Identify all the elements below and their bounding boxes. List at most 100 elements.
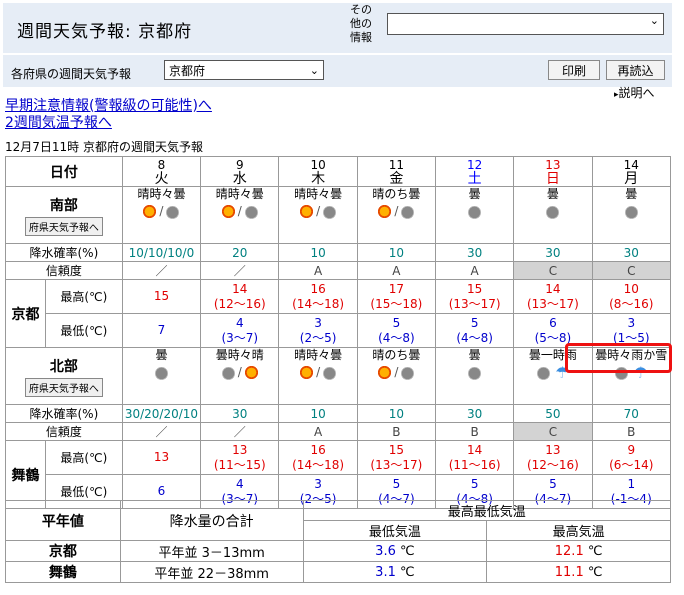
cloud-icon <box>533 363 553 382</box>
print-button[interactable]: 印刷 <box>548 60 600 80</box>
normal-max: 12.1 ℃ <box>486 540 671 562</box>
cloud-icon <box>320 202 340 221</box>
day-header: 9水 <box>200 156 280 187</box>
day-header: 10 木 <box>278 156 358 187</box>
rel-cell: ／ <box>121 422 202 441</box>
pop-label: 降水確率(%) <box>5 243 123 262</box>
pop-cell: 10 <box>278 243 358 262</box>
cloud-icon <box>241 202 261 221</box>
cloud-icon <box>151 363 171 382</box>
two-week-link[interactable]: 2週間気温予報へ <box>5 112 112 132</box>
chevron-down-icon: ⌄ <box>649 14 659 27</box>
max-cell: 14 (13～17) <box>513 279 593 314</box>
weekly-forecast-table: 日付 8 火 9 水 10 木 11 金 12 土 13 日 14 月南部 府県天気予報へ 晴時々曇 / 晴時々曇 /… <box>5 156 672 509</box>
normals-table: 平年値 降水量の合計 最高最低気温 最低気温 最高気温 京都 平年並 3－13mm 3.6 ℃… <box>5 500 672 583</box>
rel-cell: C <box>513 422 593 441</box>
pop-cell: 10 <box>356 243 437 262</box>
max-cell: 15 <box>121 279 202 314</box>
region-south: 南部 府県天気予報へ <box>5 186 123 244</box>
cloud-icon <box>163 202 183 221</box>
rel-cell: ／ <box>200 261 280 280</box>
city-label: 舞鶴 <box>5 440 46 509</box>
pop-cell: 30 <box>435 404 515 423</box>
weather-cell: 晴時々曇 / <box>278 347 358 405</box>
pop-cell: 30 <box>200 404 280 423</box>
weather-cell: 晴時々曇 / <box>278 186 358 244</box>
sun-icon <box>297 202 317 221</box>
normal-min: 3.6 ℃ <box>302 540 488 562</box>
rel-cell: A <box>356 261 437 280</box>
min-cell: 5 (4～8) <box>356 313 437 348</box>
rel-cell: B <box>435 422 515 441</box>
weather-cell: 曇時々晴 / <box>200 347 280 405</box>
rel-label: 信頼度 <box>5 422 123 441</box>
table-caption: 12月7日11時 京都府の週間天気予報 <box>5 140 203 154</box>
max-cell: 14 (11～16) <box>435 440 515 475</box>
max-label: 最高(℃) <box>44 440 123 475</box>
rel-cell: A <box>435 261 515 280</box>
weather-cell: 曇 <box>591 186 672 244</box>
max-cell: 15 (13～17) <box>356 440 437 475</box>
rel-label: 信頼度 <box>5 261 123 280</box>
weather-cell: 晴のち曇 / <box>356 347 437 405</box>
temps-head: 最高最低気温 <box>302 500 672 521</box>
pop-cell: 10/10/10/0 <box>121 243 202 262</box>
cloud-icon <box>465 363 485 382</box>
pref-forecast-button[interactable]: 府県天気予報へ <box>24 377 103 397</box>
sun-icon <box>297 363 317 382</box>
sun-icon <box>375 363 395 382</box>
weather-cell: 晴のち曇 / <box>356 186 437 244</box>
explanation-link[interactable]: ▸説明へ <box>614 84 655 101</box>
weather-cell: 晴時々曇 / <box>200 186 280 244</box>
reload-button[interactable]: 再読込 <box>606 60 665 80</box>
weather-cell: 曇 <box>121 347 202 405</box>
weather-cell: 曇 <box>435 186 515 244</box>
min-label: 最低(℃) <box>44 313 123 348</box>
day-header: 13 日 <box>513 156 593 187</box>
max-cell: 16 (14～18) <box>278 279 358 314</box>
other-info-select[interactable]: ⌄ <box>387 13 664 35</box>
rel-cell: ／ <box>121 261 202 280</box>
other-info-bar: その 他の 情報 ⌄ <box>342 3 672 53</box>
toolbar: 各府県の週間天気予報 京都府 ⌄ 印刷 再読込 <box>3 55 672 87</box>
normals-head: 平年値 <box>5 500 121 541</box>
min-cell: 7 <box>121 313 202 348</box>
cloud-icon <box>320 363 340 382</box>
normal-precip: 平年並 3－13mm <box>119 540 304 562</box>
pref-select-value: 京都府 <box>169 64 206 78</box>
pop-cell: 30 <box>513 243 593 262</box>
pref-forecast-button[interactable]: 府県天気予報へ <box>24 216 103 236</box>
city-label: 京都 <box>5 279 46 348</box>
pop-cell: 10 <box>278 404 358 423</box>
normal-city: 京都 <box>5 540 121 562</box>
rel-cell: A <box>278 261 358 280</box>
weather-cell: 曇 <box>435 347 515 405</box>
pop-label: 降水確率(%) <box>5 404 123 423</box>
highlight-box <box>565 343 672 373</box>
sun-icon <box>241 363 261 382</box>
max-cell: 14 (12～16) <box>200 279 280 314</box>
normal-city: 舞鶴 <box>5 561 121 583</box>
max-cell: 13 (11～15) <box>200 440 280 475</box>
max-label: 最高(℃) <box>44 279 123 314</box>
rel-cell: B <box>591 422 672 441</box>
day-header: 12 土 <box>435 156 515 187</box>
normal-precip: 平年並 22－38mm <box>119 561 304 583</box>
pop-cell: 30/20/20/10 <box>121 404 202 423</box>
pop-cell: 50 <box>513 404 593 423</box>
max-temp-head: 最高気温 <box>486 520 671 541</box>
pref-select[interactable]: 京都府 ⌄ <box>164 60 324 80</box>
max-cell: 17 (15～18) <box>356 279 437 314</box>
cloud-icon <box>398 363 418 382</box>
day-header: 8火 <box>121 156 202 187</box>
day-header: 14 月 <box>591 156 672 187</box>
rel-cell: C <box>513 261 593 280</box>
sun-icon <box>140 202 160 221</box>
weather-cell: 晴時々曇 / <box>121 186 202 244</box>
chevron-down-icon: ⌄ <box>309 64 319 77</box>
sun-icon <box>218 202 238 221</box>
pop-cell: 30 <box>591 243 672 262</box>
date-header: 日付 <box>5 156 123 187</box>
max-cell: 16 (14～18) <box>278 440 358 475</box>
max-cell: 9 (6～14) <box>591 440 672 475</box>
